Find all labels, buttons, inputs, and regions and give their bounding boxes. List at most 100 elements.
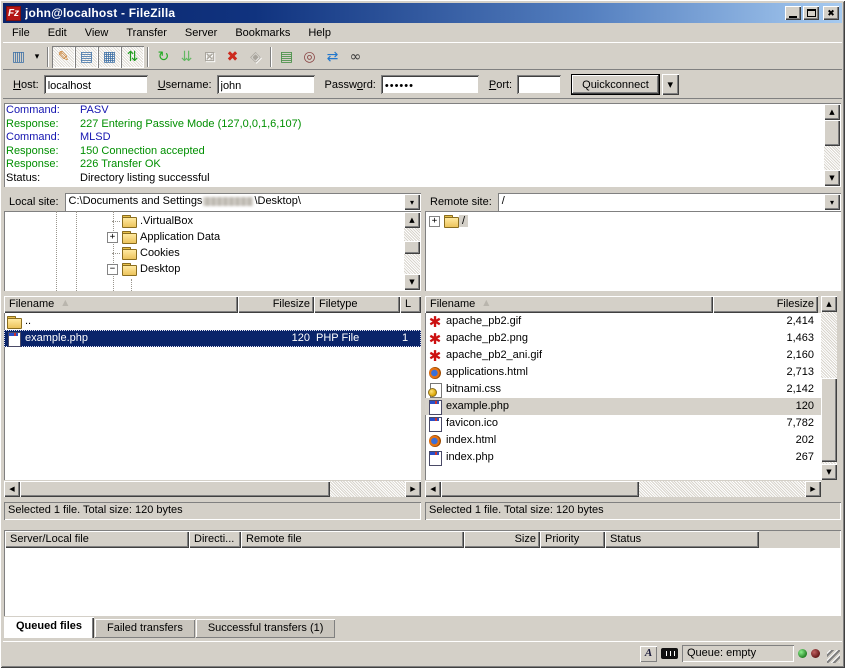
tree-item[interactable]: −Desktop bbox=[107, 261, 404, 277]
site-manager-dropdown[interactable]: ▾ bbox=[30, 46, 44, 68]
file-row[interactable]: applications.html2,713 bbox=[425, 364, 821, 381]
host-input[interactable] bbox=[44, 75, 148, 94]
file-row[interactable]: favicon.ico7,782 bbox=[425, 415, 821, 432]
local-tree-scrollbar[interactable]: ▲ ▼ bbox=[404, 212, 420, 290]
file-row[interactable]: ✱apache_pb2.gif2,414 bbox=[425, 313, 821, 330]
scroll-up-icon[interactable]: ▲ bbox=[824, 104, 840, 120]
file-row[interactable]: bitnami.css2,142 bbox=[425, 381, 821, 398]
find-files-button[interactable]: ∞ bbox=[344, 46, 367, 68]
data-type-indicator-icon[interactable]: A bbox=[640, 646, 657, 662]
scroll-down-icon[interactable]: ▼ bbox=[404, 274, 420, 290]
local-hscrollbar-thumb[interactable] bbox=[20, 481, 330, 497]
file-row[interactable]: ✱apache_pb2_ani.gif2,160 bbox=[425, 347, 821, 364]
file-cell-mod: 1 bbox=[400, 330, 421, 347]
quickconnect-button[interactable]: Quickconnect bbox=[571, 74, 660, 95]
remote-hscrollbar-thumb[interactable] bbox=[441, 481, 639, 497]
file-row[interactable]: example.php120PHP File1 bbox=[4, 330, 421, 347]
scroll-up-icon[interactable]: ▲ bbox=[821, 296, 837, 312]
file-row[interactable]: example.php120 bbox=[425, 398, 821, 415]
local-tree-scrollbar-thumb[interactable] bbox=[404, 241, 420, 254]
scroll-down-icon[interactable]: ▼ bbox=[821, 464, 837, 480]
toggle-local-tree-button[interactable]: ▤ bbox=[75, 46, 98, 68]
remote-site-combo[interactable]: / ▾ bbox=[498, 193, 841, 211]
file-row[interactable]: index.html202 bbox=[425, 432, 821, 449]
menu-item-bookmarks[interactable]: Bookmarks bbox=[226, 25, 299, 41]
local-site-combo[interactable]: C:\Documents and Settings\Desktop\ ▾ bbox=[65, 193, 421, 211]
remote-site-dropdown[interactable]: ▾ bbox=[824, 194, 840, 210]
resize-grip[interactable] bbox=[827, 650, 840, 663]
column-header-status[interactable]: Status bbox=[605, 531, 759, 548]
log-line-label: Status: bbox=[6, 172, 80, 186]
collapse-icon[interactable]: − bbox=[107, 264, 118, 275]
column-header-server/local file[interactable]: Server/Local file bbox=[5, 531, 189, 548]
scroll-right-icon[interactable]: ▶ bbox=[805, 481, 821, 497]
tab-queued-files[interactable]: Queued files bbox=[4, 617, 94, 638]
remote-list-vscrollbar[interactable]: ▲ ▼ bbox=[821, 296, 837, 480]
local-site-dropdown[interactable]: ▾ bbox=[404, 194, 420, 210]
chevron-down-icon: ▾ bbox=[668, 78, 674, 91]
title-bar[interactable]: Fz john@localhost - FileZilla ✖ bbox=[3, 3, 842, 23]
minimize-button[interactable] bbox=[785, 6, 801, 20]
remote-vscrollbar-thumb[interactable] bbox=[821, 378, 837, 462]
tree-item[interactable]: Cookies bbox=[107, 245, 404, 261]
site-manager-button[interactable]: ▥ bbox=[7, 46, 30, 68]
toggle-message-log-button[interactable]: ✎ bbox=[52, 46, 75, 68]
file-row[interactable]: index.php267 bbox=[425, 449, 821, 466]
column-header-filesize[interactable]: Filesize bbox=[713, 296, 818, 313]
menu-item-view[interactable]: View bbox=[76, 25, 118, 41]
menu-item-help[interactable]: Help bbox=[299, 25, 340, 41]
password-label: Password: bbox=[325, 79, 376, 91]
maximize-button[interactable] bbox=[803, 6, 819, 20]
column-header-priority[interactable]: Priority bbox=[540, 531, 605, 548]
username-input[interactable] bbox=[217, 75, 315, 94]
directory-comparison-button[interactable]: ◎ bbox=[298, 46, 321, 68]
log-scrollbar[interactable]: ▲ ▼ bbox=[824, 104, 840, 186]
toolbar-separator bbox=[270, 47, 272, 67]
file-row[interactable]: ✱apache_pb2.png1,463 bbox=[425, 330, 821, 347]
tree-item[interactable]: .VirtualBox bbox=[107, 213, 404, 229]
expand-icon[interactable]: + bbox=[107, 232, 118, 243]
tab-failed-transfers[interactable]: Failed transfers bbox=[95, 619, 195, 638]
toggle-queue-button[interactable]: ⇅ bbox=[121, 46, 144, 68]
scroll-down-icon[interactable]: ▼ bbox=[824, 170, 840, 186]
quickconnect-dropdown[interactable]: ▾ bbox=[662, 74, 679, 95]
column-header-directi...[interactable]: Directi... bbox=[189, 531, 241, 548]
column-header-filesize[interactable]: Filesize bbox=[238, 296, 314, 313]
password-input[interactable] bbox=[381, 75, 479, 94]
port-input[interactable] bbox=[517, 75, 561, 94]
menu-item-transfer[interactable]: Transfer bbox=[117, 25, 176, 41]
refresh-button[interactable]: ↻ bbox=[152, 46, 175, 68]
filter-button[interactable]: ▤ bbox=[275, 46, 298, 68]
synchronized-browsing-button[interactable]: ⇄ bbox=[321, 46, 344, 68]
menu-item-edit[interactable]: Edit bbox=[39, 25, 76, 41]
folder-icon bbox=[121, 214, 137, 228]
speed-limits-icon[interactable] bbox=[661, 648, 678, 659]
column-header-size[interactable]: Size bbox=[464, 531, 540, 548]
local-list-hscrollbar[interactable]: ◀ ▶ bbox=[4, 481, 421, 497]
scroll-left-icon[interactable]: ◀ bbox=[4, 481, 20, 497]
menu-item-server[interactable]: Server bbox=[176, 25, 226, 41]
scroll-right-icon[interactable]: ▶ bbox=[405, 481, 421, 497]
expand-icon[interactable]: + bbox=[429, 216, 440, 227]
tree-item[interactable]: +/ bbox=[429, 213, 839, 229]
file-row[interactable]: .. bbox=[4, 313, 421, 330]
tree-connector bbox=[107, 248, 118, 259]
log-scrollbar-thumb[interactable] bbox=[824, 120, 840, 146]
toggle-remote-tree-button[interactable]: ▦ bbox=[98, 46, 121, 68]
menu-item-file[interactable]: File bbox=[3, 25, 39, 41]
column-header-filename[interactable]: Filename▲ bbox=[4, 296, 238, 313]
column-header-remote file[interactable]: Remote file bbox=[241, 531, 464, 548]
tree-item[interactable]: +Application Data bbox=[107, 229, 404, 245]
scroll-up-icon[interactable]: ▲ bbox=[404, 212, 420, 228]
scroll-left-icon[interactable]: ◀ bbox=[425, 481, 441, 497]
column-header-filename[interactable]: Filename▲ bbox=[425, 296, 713, 313]
close-button[interactable]: ✖ bbox=[823, 6, 839, 20]
file-cell-size: 267 bbox=[713, 449, 818, 466]
disconnect-button[interactable]: ✖ bbox=[221, 46, 244, 68]
column-header-filetype[interactable]: Filetype bbox=[314, 296, 400, 313]
remote-list-hscrollbar[interactable]: ◀ ▶ bbox=[425, 481, 821, 497]
process-queue-button[interactable]: ⇊ bbox=[175, 46, 198, 68]
file-cell-name: example.php bbox=[425, 398, 713, 415]
tab-successful-transfers-1[interactable]: Successful transfers (1) bbox=[196, 619, 336, 638]
column-header-l[interactable]: L bbox=[400, 296, 421, 313]
